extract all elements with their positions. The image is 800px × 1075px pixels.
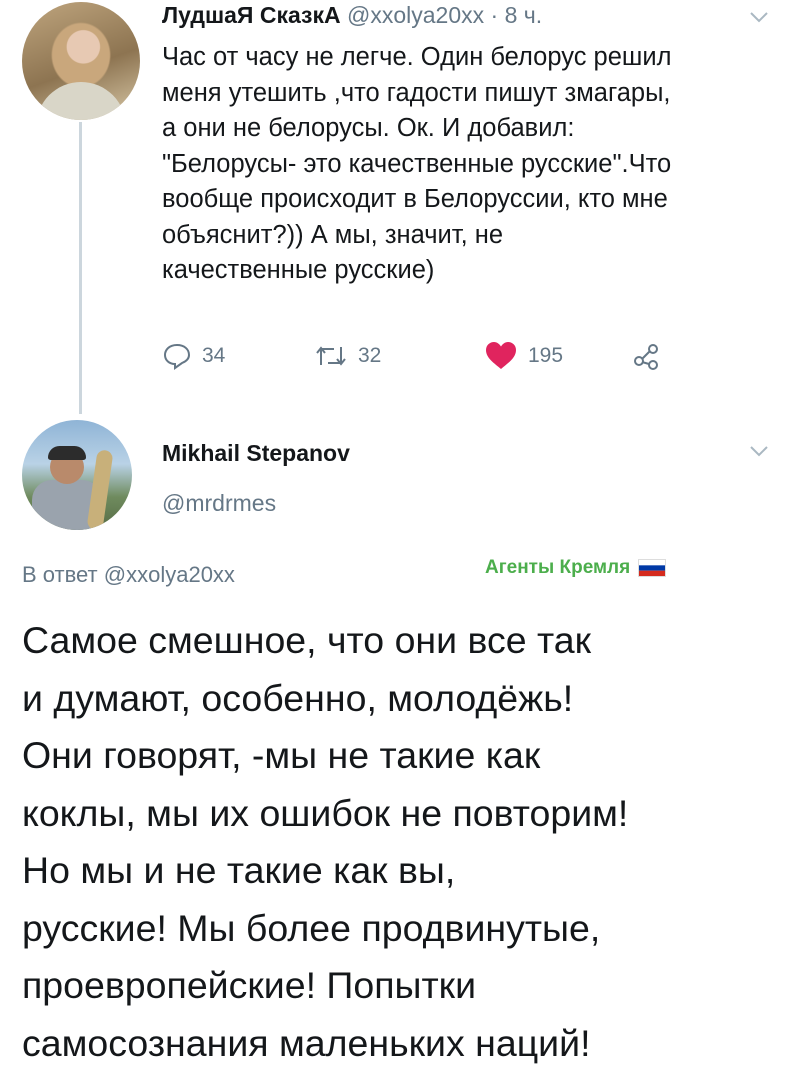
tweet-line: вообще происходит в Белоруссии, кто мне xyxy=(162,185,668,213)
tweet-line: самосознания маленьких наций! xyxy=(22,1021,591,1064)
tweet-time[interactable]: 8 ч. xyxy=(505,2,543,28)
reply-count: 34 xyxy=(202,344,226,367)
share-icon xyxy=(634,344,658,370)
reply-button[interactable]: 34 xyxy=(162,338,225,374)
avatar-xxolya20xx[interactable] xyxy=(22,2,140,120)
display-name[interactable]: Mikhail Stepanov xyxy=(162,440,350,467)
tweet-line: объяснит?)) А мы, значит, не xyxy=(162,220,504,249)
tweet-line: и думают, особенно, молодёжь! xyxy=(22,676,574,719)
tweet-line: "Белорусы- это качественные русские".Что xyxy=(162,149,672,178)
tweet-line: а они не белорусы. Ок. И добавил: xyxy=(162,114,575,142)
tweet-line: коклы, мы их ошибок не повторим! xyxy=(22,791,629,834)
watermark-text: Агенты Кремля xyxy=(485,557,631,578)
tweet-line: Самое смешное, что они все так xyxy=(22,619,592,661)
tweet-text: Час от часу не легче. Один белорус решил… xyxy=(162,40,782,289)
tweet-line: Час от часу не легче. Один белорус решил xyxy=(162,43,672,71)
user-handle[interactable]: @xxolya20xx xyxy=(347,2,484,28)
russian-flag-icon xyxy=(638,559,667,577)
tweet-line: Но мы и не такие как вы, xyxy=(22,849,456,891)
reply-prefix: В ответ xyxy=(22,562,98,587)
avatar-cap xyxy=(48,446,86,460)
retweet-count: 32 xyxy=(358,344,382,367)
reply-mention[interactable]: @xxolya20xx xyxy=(104,562,235,587)
like-button[interactable]: 195 xyxy=(484,338,563,374)
heart-icon xyxy=(486,342,516,369)
tweet-line: проевропейские! Попытки xyxy=(22,964,477,1006)
avatar-mrdrmes[interactable] xyxy=(22,420,132,530)
tweet-header: ЛудшаЯ СказкА @xxolya20xx · 8 ч. xyxy=(162,2,542,29)
tweet-line: русские! Мы более продвинутые, xyxy=(22,906,601,949)
tweet-text: Самое смешное, что они все так и думают,… xyxy=(22,612,792,1072)
watermark: Агенты Кремля xyxy=(485,557,667,579)
avatar-shoulders xyxy=(36,82,126,120)
display-name[interactable]: ЛудшаЯ СказкА xyxy=(162,2,341,28)
tweet-line: Они говорят, -мы не такие как xyxy=(22,734,541,776)
tweet-actions: 34 32 195 xyxy=(162,338,722,374)
chevron-down-icon[interactable] xyxy=(750,12,768,23)
reply-icon xyxy=(163,343,191,370)
chevron-down-icon[interactable] xyxy=(750,446,768,457)
tweet-line: качественные русские) xyxy=(162,256,435,284)
reply-context: В ответ @xxolya20xx xyxy=(22,562,235,588)
user-handle[interactable]: @mrdrmes xyxy=(162,490,276,517)
share-button[interactable] xyxy=(632,338,662,374)
retweet-icon xyxy=(316,346,346,366)
tweet-line: меня утешить ,что гадости пишут змагары, xyxy=(162,78,671,107)
thread-line xyxy=(79,122,82,414)
like-count: 195 xyxy=(528,344,564,367)
retweet-button[interactable]: 32 xyxy=(314,338,381,374)
separator: · xyxy=(490,2,499,28)
